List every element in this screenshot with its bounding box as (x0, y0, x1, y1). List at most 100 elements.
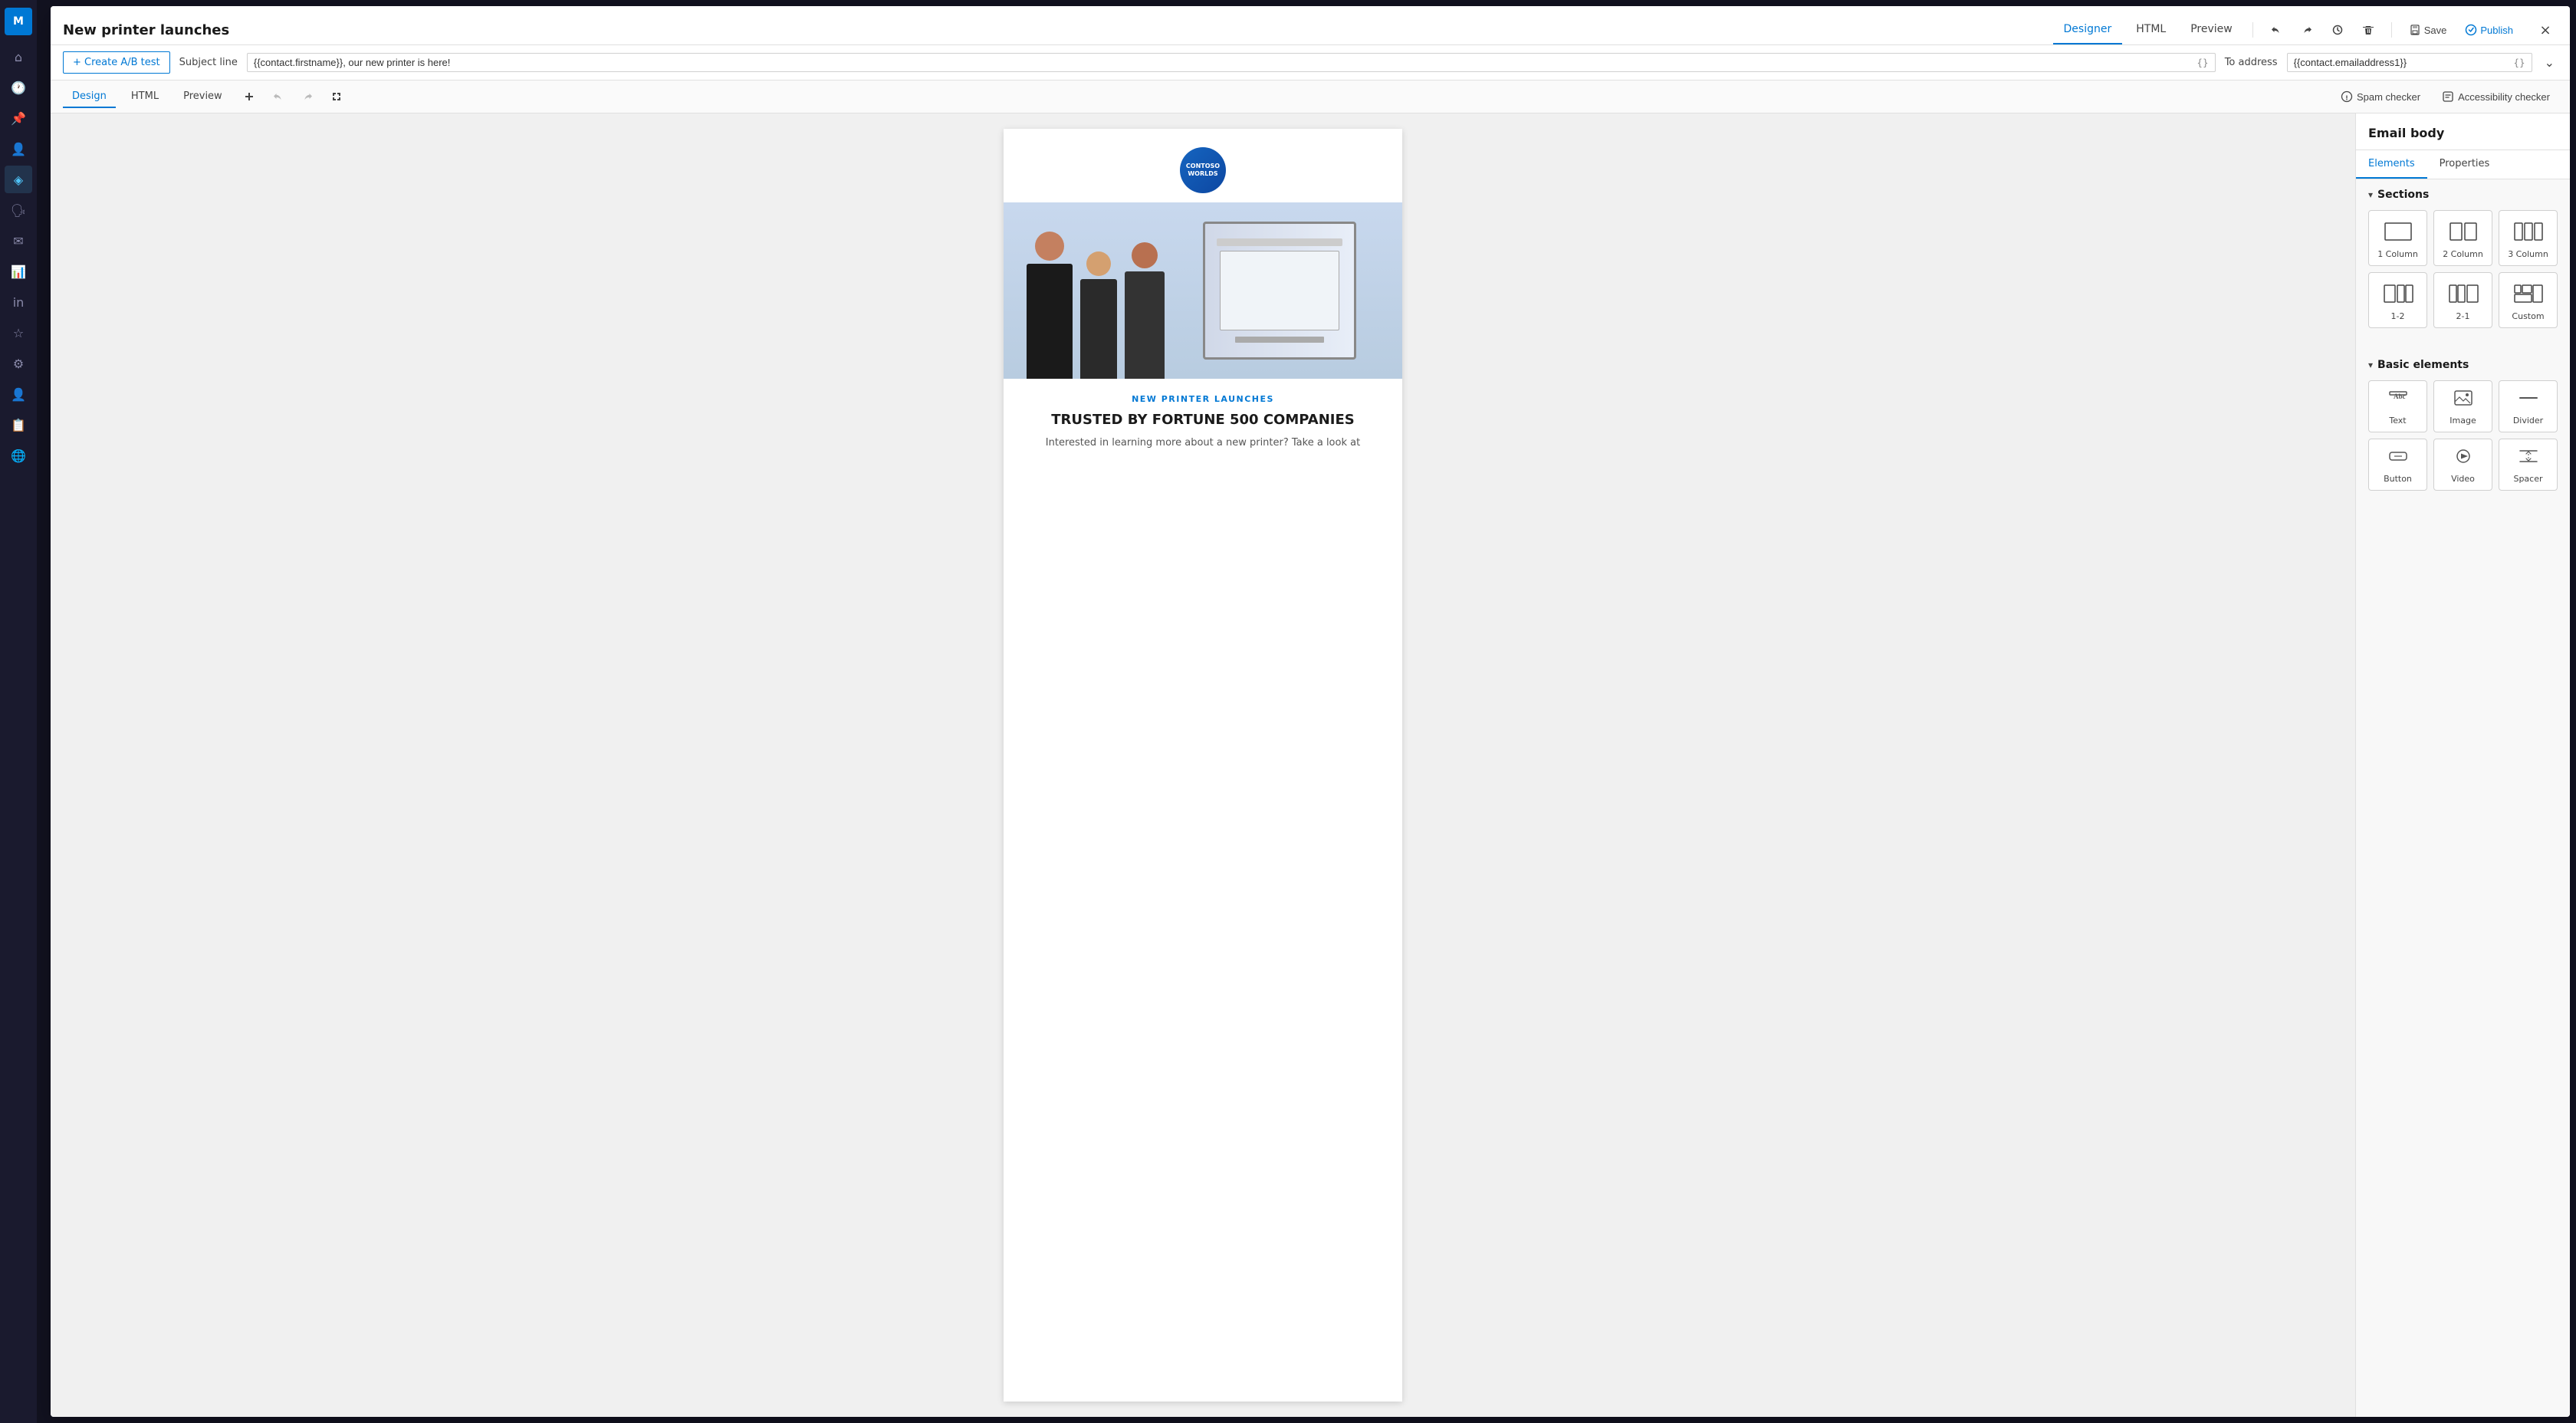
element-divider[interactable]: Divider (2499, 380, 2558, 432)
spam-checker-button[interactable]: Spam checker (2333, 87, 2428, 107)
plus-icon (243, 90, 255, 103)
1col-svg (2383, 221, 2413, 242)
accessibility-checker-button[interactable]: Accessibility checker (2434, 87, 2558, 107)
sidebar-web[interactable]: 🌐 (5, 442, 32, 469)
email-body-text: Interested in learning more about a new … (1004, 435, 1402, 466)
redo-icon-btn[interactable] (296, 85, 319, 108)
text-element-icon: Abc (2387, 389, 2409, 411)
divider-element-icon (2518, 389, 2539, 411)
subject-line-label: Subject line (179, 57, 238, 68)
divider-element-label: Divider (2513, 416, 2543, 426)
right-panel-tab-elements[interactable]: Elements (2356, 150, 2427, 179)
sections-chevron-icon[interactable]: ▾ (2368, 189, 2373, 200)
to-curly-icon[interactable]: {} (2513, 58, 2525, 68)
sidebar-home[interactable]: ⌂ (5, 43, 32, 71)
undo-button[interactable] (2262, 19, 2290, 41)
reset-icon (2331, 24, 2344, 36)
expand-icon (330, 90, 343, 103)
tab-designer[interactable]: Designer (2053, 15, 2123, 44)
sidebar-recent[interactable]: 🕐 (5, 74, 32, 101)
to-address-input[interactable] (2294, 57, 2511, 68)
layout-2col-label: 2 Column (2443, 249, 2483, 259)
email-canvas-area[interactable]: CONTOSO WORLDS (51, 113, 2355, 1417)
element-button[interactable]: Button (2368, 439, 2427, 491)
video-element-label: Video (2451, 474, 2475, 484)
sidebar-linkedin[interactable]: in (5, 288, 32, 316)
tab-html[interactable]: HTML (2125, 15, 2177, 44)
sidebar-analytics[interactable]: 📊 (5, 258, 32, 285)
element-video[interactable]: Video (2433, 439, 2492, 491)
layout-custom[interactable]: Custom (2499, 272, 2558, 328)
modal-overlay: New printer launches Designer HTML Previ… (37, 0, 2576, 1423)
layout-1col[interactable]: 1 Column (2368, 210, 2427, 266)
people-group (1027, 232, 1165, 379)
designer-html-tab[interactable]: HTML (122, 86, 168, 108)
save-button[interactable]: Save (2401, 19, 2455, 41)
sidebar-user[interactable]: 👤 (5, 380, 32, 408)
toolbar-divider2 (2391, 22, 2392, 38)
sidebar-custom[interactable]: ☆ (5, 319, 32, 347)
sidebar-settings2[interactable]: ⚙ (5, 350, 32, 377)
layout-2-1[interactable]: 2-1 (2433, 272, 2492, 328)
save-label: Save (2424, 25, 2447, 36)
1-2-svg (2383, 283, 2413, 304)
right-panel-tabs: Elements Properties (2356, 150, 2570, 179)
button-element-label: Button (2384, 474, 2412, 484)
layout-grid: 1 Column 2 Column (2368, 210, 2558, 328)
2col-svg (2448, 221, 2479, 242)
text-element-label: Text (2389, 416, 2406, 426)
email-logo-area: CONTOSO WORLDS (1004, 129, 1402, 202)
subject-input[interactable] (254, 57, 2194, 68)
3col-svg (2513, 221, 2544, 242)
layout-2col[interactable]: 2 Column (2433, 210, 2492, 266)
publish-label: Publish (2480, 25, 2513, 36)
undo-icon (2270, 24, 2282, 36)
reset-button[interactable] (2324, 19, 2351, 41)
layout-3col-label: 3 Column (2508, 249, 2548, 259)
basic-elements-chevron-icon[interactable]: ▾ (2368, 360, 2373, 370)
element-image[interactable]: Image (2433, 380, 2492, 432)
sidebar-contacts[interactable]: 👤 (5, 135, 32, 163)
tab-preview[interactable]: Preview (2180, 15, 2243, 44)
add-element-button[interactable] (238, 85, 261, 108)
layout-1col-label: 1 Column (2377, 249, 2418, 259)
sections-header: ▾ Sections (2368, 189, 2558, 201)
email-canvas: CONTOSO WORLDS (1004, 129, 1402, 1402)
designer-toolbar: Design HTML Preview Spam checker A (51, 81, 2570, 113)
create-ab-button[interactable]: + Create A/B test (63, 51, 170, 74)
modal-close-button[interactable]: × (2533, 18, 2558, 42)
layout-1-2[interactable]: 1-2 (2368, 272, 2427, 328)
element-text[interactable]: Abc Text (2368, 380, 2427, 432)
layout-2-1-label: 2-1 (2456, 311, 2470, 321)
designer-preview-tab[interactable]: Preview (174, 86, 232, 108)
expand-icon-btn[interactable] (325, 85, 348, 108)
image-element-icon (2453, 389, 2474, 411)
basic-elements-section: ▾ Basic elements Abc Text (2356, 350, 2570, 500)
sidebar-channels[interactable]: 🗣 (5, 196, 32, 224)
modal-window: New printer launches Designer HTML Previ… (51, 6, 2570, 1417)
element-spacer[interactable]: Spacer (2499, 439, 2558, 491)
basic-elements-header: ▾ Basic elements (2368, 359, 2558, 371)
app-icon[interactable]: M (5, 8, 32, 35)
redo-button[interactable] (2293, 19, 2321, 41)
delete-button[interactable] (2354, 19, 2382, 41)
spam-checker-label: Spam checker (2357, 91, 2420, 103)
subject-curly-icon[interactable]: {} (2196, 58, 2208, 68)
layout-3col[interactable]: 3 Column (2499, 210, 2558, 266)
undo-small-icon (272, 90, 284, 103)
sidebar-pin[interactable]: 📌 (5, 104, 32, 132)
sidebar: M ⌂ 🕐 📌 👤 ◈ 🗣 ✉ 📊 in ☆ ⚙ 👤 📋 🌐 (0, 0, 37, 1423)
sidebar-marketing[interactable]: ◈ (5, 166, 32, 193)
publish-button[interactable]: Publish (2457, 19, 2521, 41)
right-panel-tab-properties[interactable]: Properties (2427, 150, 2502, 179)
sidebar-reports[interactable]: 📋 (5, 411, 32, 439)
layout-1-2-label: 1-2 (2391, 311, 2405, 321)
designer-design-tab[interactable]: Design (63, 86, 116, 108)
chevron-down-icon[interactable]: ⌄ (2542, 52, 2558, 73)
accessibility-checker-label: Accessibility checker (2458, 91, 2550, 103)
email-image-area (1004, 202, 1402, 379)
sidebar-email[interactable]: ✉ (5, 227, 32, 255)
layout-1col-icon (2381, 219, 2415, 245)
svg-text:Abc: Abc (2394, 393, 2406, 400)
undo-icon-btn[interactable] (267, 85, 290, 108)
